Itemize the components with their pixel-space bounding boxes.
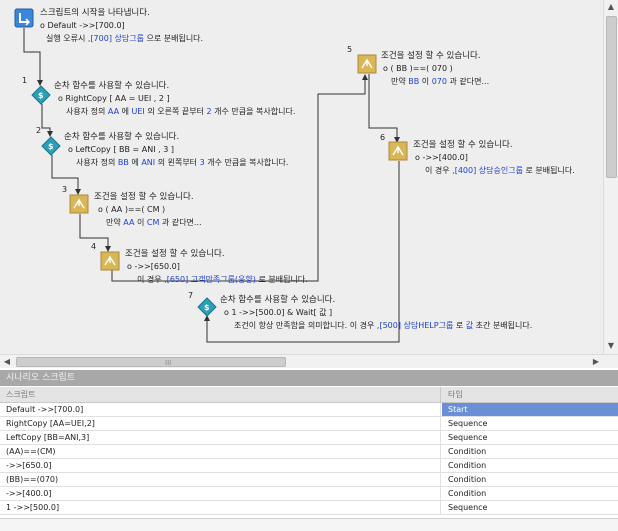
node-title: 조건을 설정 할 수 있습니다. — [413, 139, 513, 150]
start-node[interactable]: 스크립트의 시작을 나타냅니다. o Default ->>[700.0] 실행… — [14, 7, 203, 43]
node-7-target-link: ,[500] 상담HELP그룹 — [377, 320, 453, 330]
cell-type: Sequence — [448, 433, 488, 442]
horizontal-scroll-thumb[interactable]: III — [16, 357, 286, 367]
flow-node-2[interactable]: 2 $ 순차 함수를 사용할 수 있습니다. o LeftCopy [ BB =… — [36, 126, 288, 167]
flow-node-4[interactable]: 4 조건을 설정 할 수 있습니다. o ->>[650.0] 이 경우 ,[6… — [91, 242, 308, 284]
cell-script: (AA)==(CM) — [0, 445, 441, 458]
table-row[interactable]: ->>[400.0] Condition — [0, 487, 618, 501]
node-number: 2 — [36, 126, 41, 135]
node-line2: 만약 AA 이 CM 과 같다면... — [106, 217, 202, 227]
grid-bottom-strip — [0, 518, 618, 531]
arrow-left-icon[interactable]: ◀ — [0, 355, 14, 369]
node-line2: 사용자 정의 AA 에 UEI 의 오른쪽 끝부터 2 개수 만큼을 복사합니다… — [66, 106, 295, 116]
node-line2: 만약 BB 이 070 과 같다면... — [391, 76, 489, 86]
scroll-grip: III — [165, 359, 172, 367]
panel-title-bar: 시나리오 스크립트 — [0, 370, 618, 386]
node-line2: 이 경우 ,[400] 상담승인그룹 로 분배됩니다. — [425, 165, 575, 175]
node-line1: o RightCopy [ AA = UEI , 2 ] — [58, 94, 170, 103]
cell-type: Condition — [448, 461, 487, 470]
cell-script: Default ->>[700.0] — [0, 403, 441, 416]
table-row[interactable]: Default ->>[700.0] Start — [0, 403, 618, 417]
arrow-down-icon[interactable]: ▼ — [604, 339, 618, 353]
node-line1: o ( AA )==( CM ) — [98, 205, 165, 214]
cell-script: ->>[650.0] — [0, 459, 441, 472]
node-number: 4 — [91, 242, 96, 251]
cell-script: LeftCopy [BB=ANI,3] — [0, 431, 441, 444]
start-title: 스크립트의 시작을 나타냅니다. — [40, 7, 150, 18]
node-title: 조건을 설정 할 수 있습니다. — [125, 248, 225, 259]
script-grid-body: Default ->>[700.0] Start RightCopy [AA=UE… — [0, 403, 618, 515]
cell-script: (BB)==(070) — [0, 473, 441, 486]
panel-title: 시나리오 스크립트 — [6, 373, 76, 383]
node-title: 순차 함수를 사용할 수 있습니다. — [220, 294, 335, 305]
cell-script: RightCopy [AA=UEI,2] — [0, 417, 441, 430]
node-title: 순차 함수를 사용할 수 있습니다. — [64, 131, 179, 142]
start-icon — [14, 8, 34, 28]
node-line1: o ->>[650.0] — [127, 262, 180, 271]
arrow-up-icon[interactable]: ▲ — [604, 0, 618, 14]
flow-node-6[interactable]: 6 조건을 설정 할 수 있습니다. o ->>[400.0] 이 경우 ,[4… — [380, 133, 575, 175]
arrow-right-icon[interactable]: ▶ — [589, 355, 603, 369]
node-title: 조건을 설정 할 수 있습니다. — [94, 191, 194, 202]
flow-node-3[interactable]: 3 조건을 설정 할 수 있습니다. o ( AA )==( CM ) 만약 A… — [62, 185, 202, 227]
node-line1: o ->>[400.0] — [415, 153, 468, 162]
column-header-type[interactable]: 타입 — [442, 387, 618, 402]
cell-type: Sequence — [448, 503, 488, 512]
column-header-script[interactable]: 스크립트 — [0, 387, 441, 402]
node-number: 1 — [22, 76, 27, 85]
node-line1: o 1 ->>[500.0] & Wait[ 값 ] — [224, 307, 332, 317]
table-row[interactable]: (AA)==(CM) Condition — [0, 445, 618, 459]
diagram-horizontal-scrollbar[interactable]: ◀ III ▶ — [0, 354, 618, 368]
table-row[interactable]: 1 ->>[500.0] Sequence — [0, 501, 618, 515]
table-row[interactable]: RightCopy [AA=UEI,2] Sequence — [0, 417, 618, 431]
flow-node-5[interactable]: 5 조건을 설정 할 수 있습니다. o ( BB )==( 070 ) 만약 … — [347, 45, 489, 86]
sequence-icon-glyph: $ — [204, 303, 210, 312]
node-line2: 이 경우 ,[650] 고객만족그룹(응향) 로 분배됩니다. — [137, 274, 308, 284]
flow-diagram: 스크립트의 시작을 나타냅니다. o Default ->>[700.0] 실행… — [14, 7, 575, 343]
node-number: 7 — [188, 291, 193, 300]
start-line2: 실행 오류시 ,[700] 상담그룹 으로 분배됩니다. — [46, 33, 203, 43]
cell-script: 1 ->>[500.0] — [0, 501, 441, 514]
node-4-target-link: ,[650] 고객만족그룹(응향) — [164, 274, 256, 284]
node-line2: 조건이 항상 만족함을 의미합니다. 이 경우 ,[500] 상담HELP그룹 … — [234, 320, 532, 330]
script-grid-header: 스크립트 타입 — [0, 387, 618, 403]
sequence-icon-glyph: $ — [38, 91, 44, 100]
start-line1: o Default ->>[700.0] — [40, 21, 125, 30]
node-6-target-link: ,[400] 상담승인그룹 — [452, 165, 523, 175]
connector-1-2 — [41, 104, 53, 137]
cell-type: Start — [442, 403, 618, 416]
table-row[interactable]: (BB)==(070) Condition — [0, 473, 618, 487]
flow-node-7[interactable]: 7 $ 순차 함수를 사용할 수 있습니다. o 1 ->>[500.0] & … — [188, 291, 532, 330]
vertical-scroll-thumb[interactable] — [606, 16, 617, 178]
start-target-link: ,[700] 상담그룹 — [88, 33, 144, 43]
node-title: 조건을 설정 할 수 있습니다. — [381, 50, 481, 61]
node-number: 3 — [62, 185, 67, 194]
flow-node-1[interactable]: 1 $ 순차 함수를 사용할 수 있습니다. o RightCopy [ AA … — [22, 76, 295, 116]
node-number: 6 — [380, 133, 385, 142]
script-diagram-canvas[interactable]: 스크립트의 시작을 나타냅니다. o Default ->>[700.0] 실행… — [0, 0, 603, 354]
cell-type: Condition — [448, 475, 487, 484]
node-title: 순차 함수를 사용할 수 있습니다. — [54, 80, 169, 91]
node-line1: o LeftCopy [ BB = ANI , 3 ] — [68, 145, 174, 154]
flow-connectors — [23, 28, 400, 343]
cell-type: Condition — [448, 447, 487, 456]
node-line2: 사용자 정의 BB 에 ANI 의 왼쪽부터 3 개수 만큼을 복사합니다. — [76, 157, 288, 167]
node-number: 5 — [347, 45, 352, 54]
cell-script: ->>[400.0] — [0, 487, 441, 500]
sequence-icon-glyph: $ — [48, 142, 54, 151]
table-row[interactable]: ->>[650.0] Condition — [0, 459, 618, 473]
node-line1: o ( BB )==( 070 ) — [383, 64, 453, 73]
cell-type: Condition — [448, 489, 487, 498]
table-row[interactable]: LeftCopy [BB=ANI,3] Sequence — [0, 431, 618, 445]
diagram-vertical-scrollbar[interactable]: ▲ ▼ — [603, 0, 618, 354]
cell-type: Sequence — [448, 419, 488, 428]
